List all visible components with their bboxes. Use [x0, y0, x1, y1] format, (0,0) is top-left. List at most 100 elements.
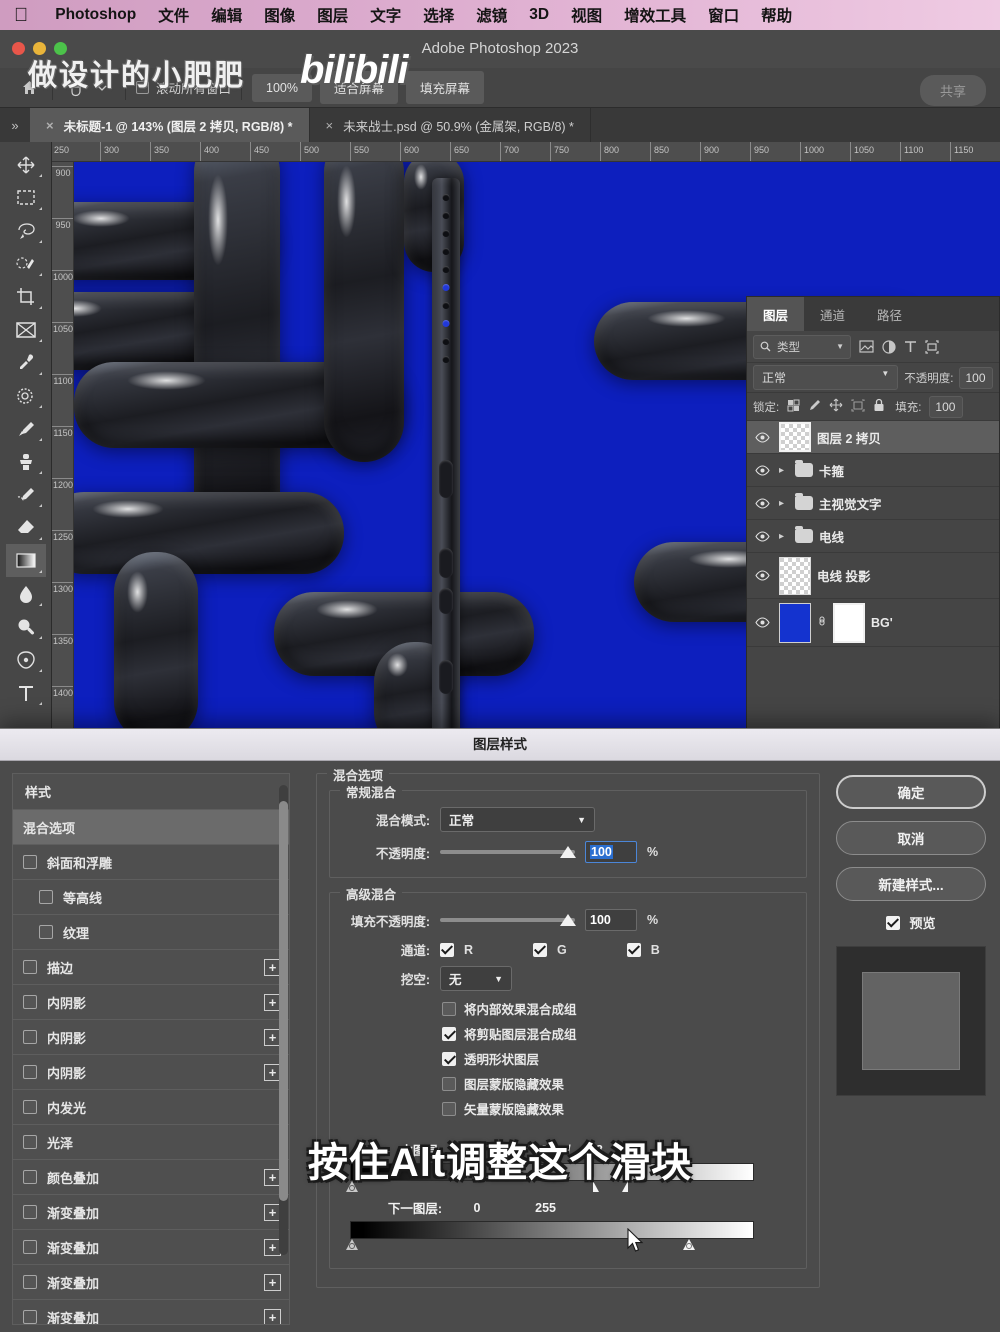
style-item[interactable]: 斜面和浮雕	[13, 845, 289, 880]
style-item[interactable]: 光泽	[13, 1125, 289, 1160]
style-item[interactable]: 内阴影 +	[13, 1020, 289, 1055]
menu-item-layer[interactable]: 图层	[306, 4, 359, 26]
style-item[interactable]: 内发光	[13, 1090, 289, 1125]
tab-paths[interactable]: 路径	[861, 297, 918, 331]
add-effect-button[interactable]: +	[264, 1273, 281, 1291]
underlying-layer-white-slider[interactable]	[683, 1239, 695, 1250]
brush-tool-icon[interactable]	[6, 412, 46, 445]
style-item[interactable]: 渐变叠加 +	[13, 1265, 289, 1300]
menu-item-help[interactable]: 帮助	[750, 4, 803, 26]
style-item[interactable]: 等高线	[13, 880, 289, 915]
menu-item-select[interactable]: 选择	[412, 4, 465, 26]
menu-item-plugins[interactable]: 增效工具	[613, 4, 697, 26]
menu-item-image[interactable]: 图像	[253, 4, 306, 26]
layer-row-tuceng-2-kaobei[interactable]: 图层 2 拷贝	[747, 421, 999, 454]
layer-filter-type-select[interactable]: 类型 ▼	[753, 334, 851, 359]
blend-clipped-layers-checkbox[interactable]	[442, 1026, 456, 1041]
knockout-select[interactable]: 无 ▼	[440, 966, 512, 991]
style-item[interactable]: 渐变叠加 +	[13, 1195, 289, 1230]
style-item-checkbox[interactable]	[23, 1240, 37, 1254]
this-layer-white-slider-left[interactable]	[593, 1181, 599, 1192]
style-item-checkbox[interactable]	[39, 925, 53, 939]
image-filter-icon[interactable]	[859, 340, 874, 353]
channel-b-checkbox[interactable]	[626, 942, 641, 957]
chevron-down-icon[interactable]	[89, 75, 115, 101]
chevron-double-right-icon[interactable]: »	[0, 108, 30, 142]
layer-thumbnail[interactable]	[779, 556, 811, 595]
menu-item-filter[interactable]: 滤镜	[465, 4, 518, 26]
layer-row-kagu[interactable]: ▸ 卡箍	[747, 454, 999, 487]
layer-blend-mode-select[interactable]: 正常 ▼	[753, 365, 899, 390]
style-item-checkbox[interactable]	[23, 1205, 37, 1219]
underlying-layer-black-slider[interactable]	[346, 1239, 358, 1250]
shape-filter-icon[interactable]	[925, 339, 939, 354]
styles-scrollbar-thumb[interactable]	[279, 801, 288, 1201]
style-item[interactable]: 渐变叠加 +	[13, 1300, 289, 1324]
vector-mask-hides-effects-checkbox[interactable]	[442, 1101, 456, 1116]
lock-all-icon[interactable]	[873, 398, 885, 415]
menu-item-window[interactable]: 窗口	[697, 4, 750, 26]
menu-item-edit[interactable]: 编辑	[200, 4, 253, 26]
cancel-button[interactable]: 取消	[836, 821, 986, 855]
style-item-checkbox[interactable]	[39, 890, 53, 904]
lock-position-icon[interactable]	[829, 398, 843, 415]
style-item[interactable]: 颜色叠加 +	[13, 1160, 289, 1195]
eyedropper-tool-icon[interactable]	[6, 346, 46, 379]
ok-button[interactable]: 确定	[836, 775, 986, 809]
lock-image-icon[interactable]	[808, 399, 821, 415]
channel-g-checkbox[interactable]	[533, 942, 548, 957]
crop-tool-icon[interactable]	[6, 280, 46, 313]
share-button[interactable]: 共享	[919, 75, 986, 106]
document-tab-future-soldier[interactable]: × 未来战士.psd @ 50.9% (金属架, RGB/8) *	[310, 108, 591, 142]
this-layer-gradient-bar[interactable]	[350, 1163, 754, 1181]
style-item-checkbox[interactable]	[23, 1275, 37, 1289]
quick-selection-tool-icon[interactable]	[6, 247, 46, 280]
style-item[interactable]: 纹理	[13, 915, 289, 950]
transparency-shapes-layer-checkbox[interactable]	[442, 1051, 456, 1066]
preview-checkbox[interactable]	[886, 915, 901, 930]
menu-item-file[interactable]: 文件	[147, 4, 200, 26]
vector-mask-hides-effects-row[interactable]: 矢量蒙版隐藏效果	[442, 1099, 794, 1118]
blend-mode-select[interactable]: 正常 ▼	[440, 807, 595, 832]
style-item-checkbox[interactable]	[23, 960, 37, 974]
opacity-input[interactable]: 100	[959, 366, 993, 389]
menu-item-view[interactable]: 视图	[560, 4, 613, 26]
style-item-checkbox[interactable]	[23, 1310, 37, 1324]
type-filter-icon[interactable]	[904, 340, 917, 353]
hand-tool-icon[interactable]	[63, 75, 89, 101]
blur-tool-icon[interactable]	[6, 577, 46, 610]
lock-transparency-icon[interactable]	[787, 399, 800, 415]
this-layer-white-slider-right[interactable]	[622, 1181, 628, 1192]
layer-row-bg[interactable]: BG'	[747, 599, 999, 647]
style-item[interactable]: 内阴影 +	[13, 1055, 289, 1090]
gradient-tool-icon[interactable]	[5, 544, 46, 577]
menu-item-type[interactable]: 文字	[359, 4, 412, 26]
transparency-shapes-layer-row[interactable]: 透明形状图层	[442, 1049, 794, 1068]
type-tool-icon[interactable]	[6, 676, 46, 709]
layer-mask-hides-effects-row[interactable]: 图层蒙版隐藏效果	[442, 1074, 794, 1093]
chevron-right-icon[interactable]: ▸	[779, 531, 789, 542]
channel-r-checkbox[interactable]	[440, 942, 454, 957]
layer-thumbnail[interactable]	[779, 422, 811, 452]
this-layer-black-slider[interactable]	[346, 1181, 358, 1192]
tab-layers[interactable]: 图层	[747, 297, 805, 331]
layer-mask-link-icon[interactable]	[817, 613, 827, 632]
menu-item-3d[interactable]: 3D	[518, 6, 560, 24]
layer-visibility-icon[interactable]	[751, 497, 773, 509]
fit-screen-button[interactable]: 适合屏幕	[320, 71, 399, 104]
blend-interior-effects-checkbox[interactable]	[442, 1001, 456, 1016]
fill-input[interactable]: 100	[929, 395, 964, 418]
style-item-checkbox[interactable]	[23, 1065, 37, 1079]
dodge-tool-icon[interactable]	[6, 610, 46, 643]
close-icon[interactable]: ×	[46, 118, 54, 133]
fill-screen-button[interactable]: 填充屏幕	[406, 71, 485, 104]
clone-stamp-tool-icon[interactable]	[6, 445, 46, 478]
close-icon[interactable]: ×	[326, 118, 334, 133]
add-effect-button[interactable]: +	[264, 1308, 281, 1324]
style-item-checkbox[interactable]	[23, 995, 37, 1009]
layer-row-dianxian-touying[interactable]: 电线 投影	[747, 553, 999, 599]
preview-row[interactable]: 预览	[836, 913, 986, 932]
adjustment-filter-icon[interactable]	[882, 339, 896, 354]
style-item-checkbox[interactable]	[23, 1135, 37, 1149]
layer-visibility-icon[interactable]	[751, 431, 773, 443]
